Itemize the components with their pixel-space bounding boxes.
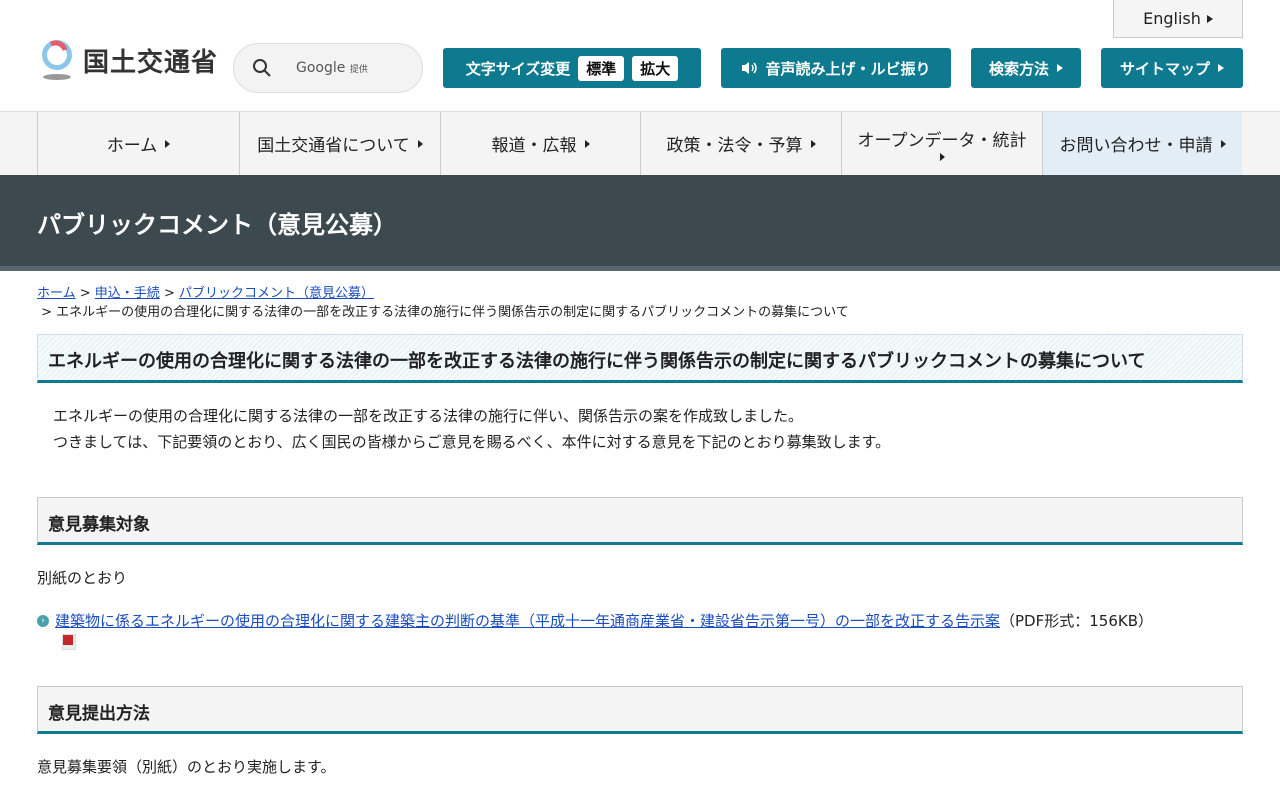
nav-opendata[interactable]: オープンデータ・統計 [841,112,1042,175]
font-size-control: 文字サイズ変更 標準 拡大 [443,48,701,88]
nav-label: 報道・広報 [491,136,577,156]
provided-label: 提供 [349,65,368,75]
font-size-label: 文字サイズ変更 [465,59,571,78]
sitemap-button[interactable]: サイトマップ [1101,48,1243,88]
triangle-right-icon [1220,139,1226,148]
sitemap-label: サイトマップ [1119,59,1210,78]
banner-title: パブリックコメント（意見公募） [37,211,397,239]
search-method-label: 検索方法 [988,59,1049,78]
nav-press[interactable]: 報道・広報 [440,112,640,175]
search-input[interactable]: Google 提供 [233,43,423,93]
section-heading-method: 意見提出方法 [37,686,1243,734]
section-text: 意見募集要領（別紙）のとおり実施します。 [37,758,336,776]
google-label: Google [296,60,346,76]
nav-label: オープンデータ・統計 [857,131,1027,151]
breadcrumb-public-comment[interactable]: パブリックコメント（意見公募） [179,286,374,301]
triangle-right-icon [1206,14,1213,23]
section-text: 別紙のとおり [37,569,128,587]
voice-label: 音声読み上げ・ルビ振り [765,59,931,78]
intro-line: エネルギーの使用の合理化に関する法律の一部を改正する法律の施行に伴い、関係告示の… [53,407,804,425]
logo-text: 国土交通省 [83,47,219,78]
nav-policy[interactable]: 政策・法令・予算 [640,112,841,175]
nav-label: お問い合わせ・申請 [1059,136,1213,156]
triangle-right-icon [417,139,423,148]
triangle-right-icon [1218,64,1224,72]
chevron-right-icon: › [37,614,49,627]
nav-contact[interactable]: お問い合わせ・申請 [1042,112,1242,175]
breadcrumb-current: エネルギーの使用の合理化に関する法律の一部を改正する法律の施行に伴う関係告示の制… [56,305,849,320]
nav-label: 国土交通省について [257,136,410,156]
nav-label: 政策・法令・予算 [666,136,803,156]
breadcrumb-home[interactable]: ホーム [37,286,76,301]
global-nav: ホーム 国土交通省について 報道・広報 政策・法令・予算 オープンデータ・統計 … [0,111,1280,175]
page-title: エネルギーの使用の合理化に関する法律の一部を改正する法律の施行に伴う関係告示の制… [37,334,1243,383]
mlit-logo-icon [37,38,77,82]
pdf-icon [62,634,76,650]
english-link[interactable]: English [1113,0,1243,38]
speaker-icon [742,62,758,74]
triangle-right-icon [165,139,171,148]
attachment-link[interactable]: 建築物に係るエネルギーの使用の合理化に関する建築主の判断の基準（平成十一年通商産… [55,612,1000,630]
nav-about[interactable]: 国土交通省について [239,112,440,175]
triangle-right-icon [939,153,945,161]
triangle-right-icon [584,139,590,148]
section-heading-target: 意見募集対象 [37,497,1243,545]
search-icon [253,59,271,77]
intro-text: エネルギーの使用の合理化に関する法律の一部を改正する法律の施行に伴い、関係告示の… [53,403,890,455]
intro-line: つきましては、下記要領のとおり、広く国民の皆様からご意見を賜るべく、本件に対する… [53,433,891,451]
breadcrumb-procedures[interactable]: 申込・手続 [95,286,160,301]
breadcrumb: ホーム > 申込・手続 > パブリックコメント（意見公募） > エネルギーの使用… [37,286,849,320]
font-standard-button[interactable]: 標準 [578,55,625,81]
page-banner: パブリックコメント（意見公募） [0,175,1280,271]
logo[interactable]: 国土交通省 [37,38,218,82]
attachment-item: › 建築物に係るエネルギーの使用の合理化に関する建築主の判断の基準（平成十一年通… [37,610,1153,631]
triangle-right-icon [1057,64,1063,72]
font-large-button[interactable]: 拡大 [632,55,679,81]
search-method-button[interactable]: 検索方法 [971,48,1081,88]
nav-label: ホーム [106,136,158,156]
attachment-meta: （PDF形式：156KB） [1000,612,1153,630]
nav-home[interactable]: ホーム [37,112,239,175]
english-label: English [1143,9,1201,28]
voice-button[interactable]: 音声読み上げ・ルビ振り [721,48,951,88]
triangle-right-icon [810,139,816,148]
